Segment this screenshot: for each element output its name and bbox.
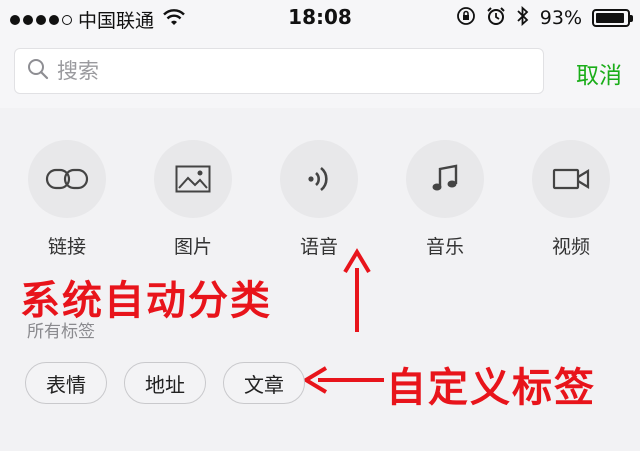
tag-chip[interactable]: 地址	[124, 362, 206, 404]
left-arrow-icon	[302, 366, 384, 394]
all-tags-title: 所有标签	[27, 322, 95, 342]
tag-chip[interactable]: 文章	[223, 362, 305, 404]
annotation-custom-tags: 自定义标签	[386, 365, 596, 411]
up-arrow-icon	[343, 248, 371, 332]
tag-chip[interactable]: 表情	[25, 362, 107, 404]
